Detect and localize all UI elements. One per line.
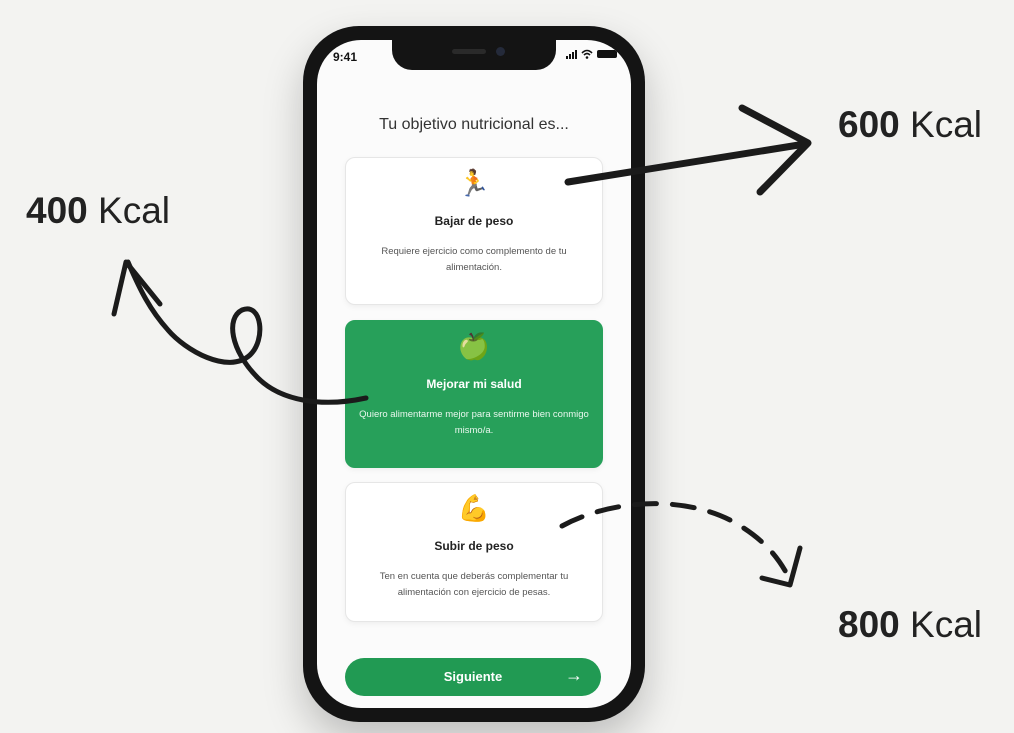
arrow-to-800-icon: [559, 501, 803, 588]
arrow-to-600-icon: [564, 104, 812, 196]
scribble-arrows: [111, 104, 812, 588]
arrow-to-400-icon: [111, 259, 369, 405]
